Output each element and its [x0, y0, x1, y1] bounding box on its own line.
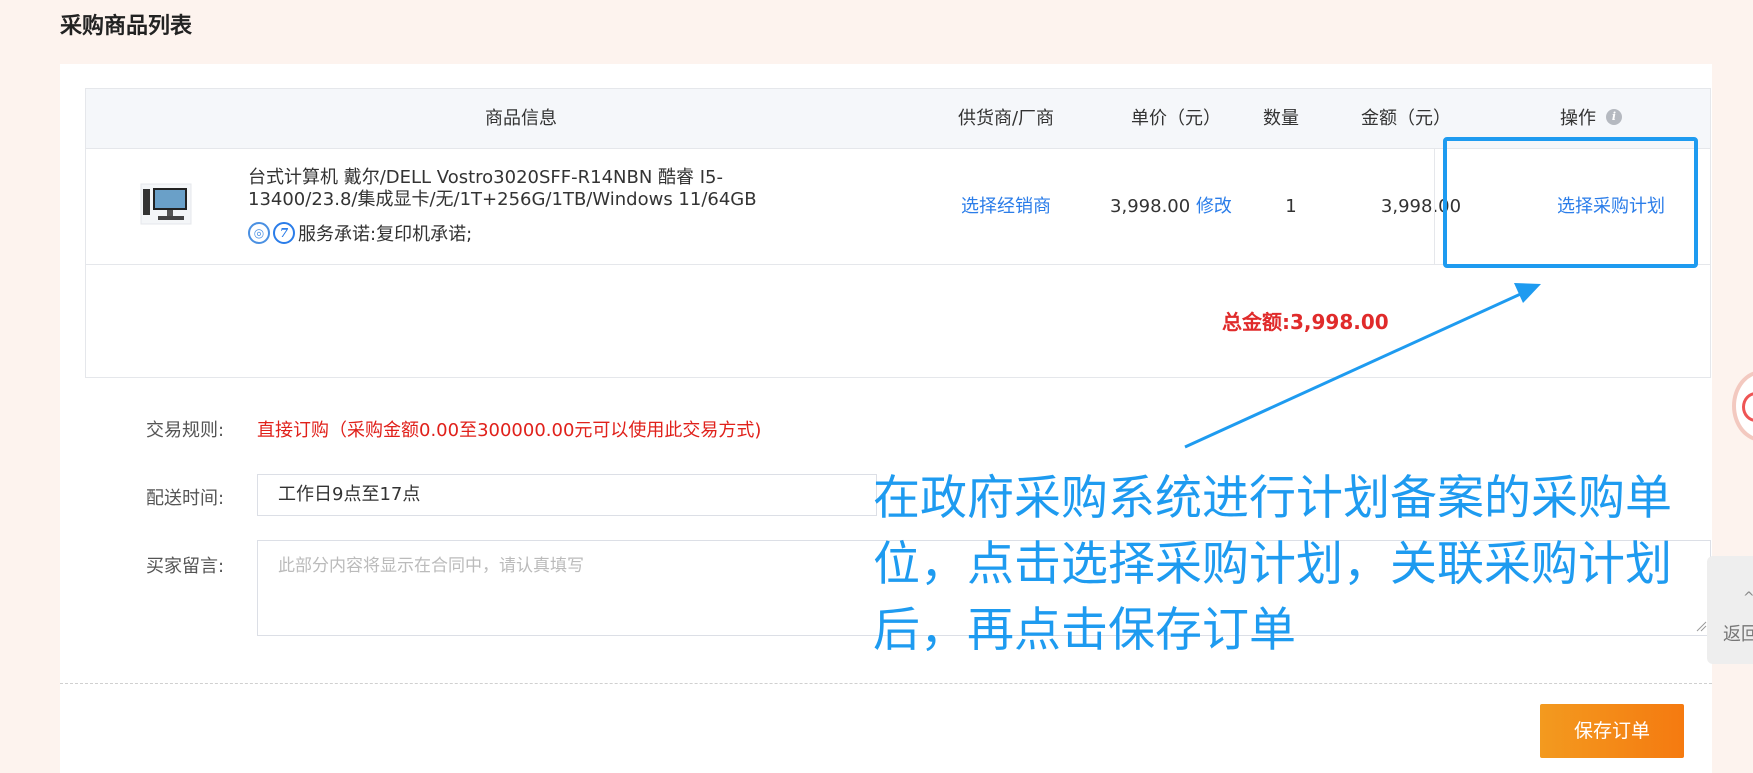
up-arrow-icon: ^ [1743, 590, 1753, 606]
annotation-line-2: 位，点击选择采购计划，关联采购计划 [873, 537, 1672, 592]
annotation-text: 在政府采购系统进行计划备案的采购单 位，点击选择采购计划，关联采购计划 后，再点… [873, 466, 1693, 664]
back-button[interactable]: ^ 返回 [1707, 556, 1753, 664]
back-button-label: 返回 [1723, 624, 1753, 645]
annotation-line-3: 后，再点击保存订单 [873, 603, 1296, 658]
annotation-line-1: 在政府采购系统进行计划备案的采购单 [873, 471, 1672, 526]
service-ring-icon [1742, 392, 1753, 422]
